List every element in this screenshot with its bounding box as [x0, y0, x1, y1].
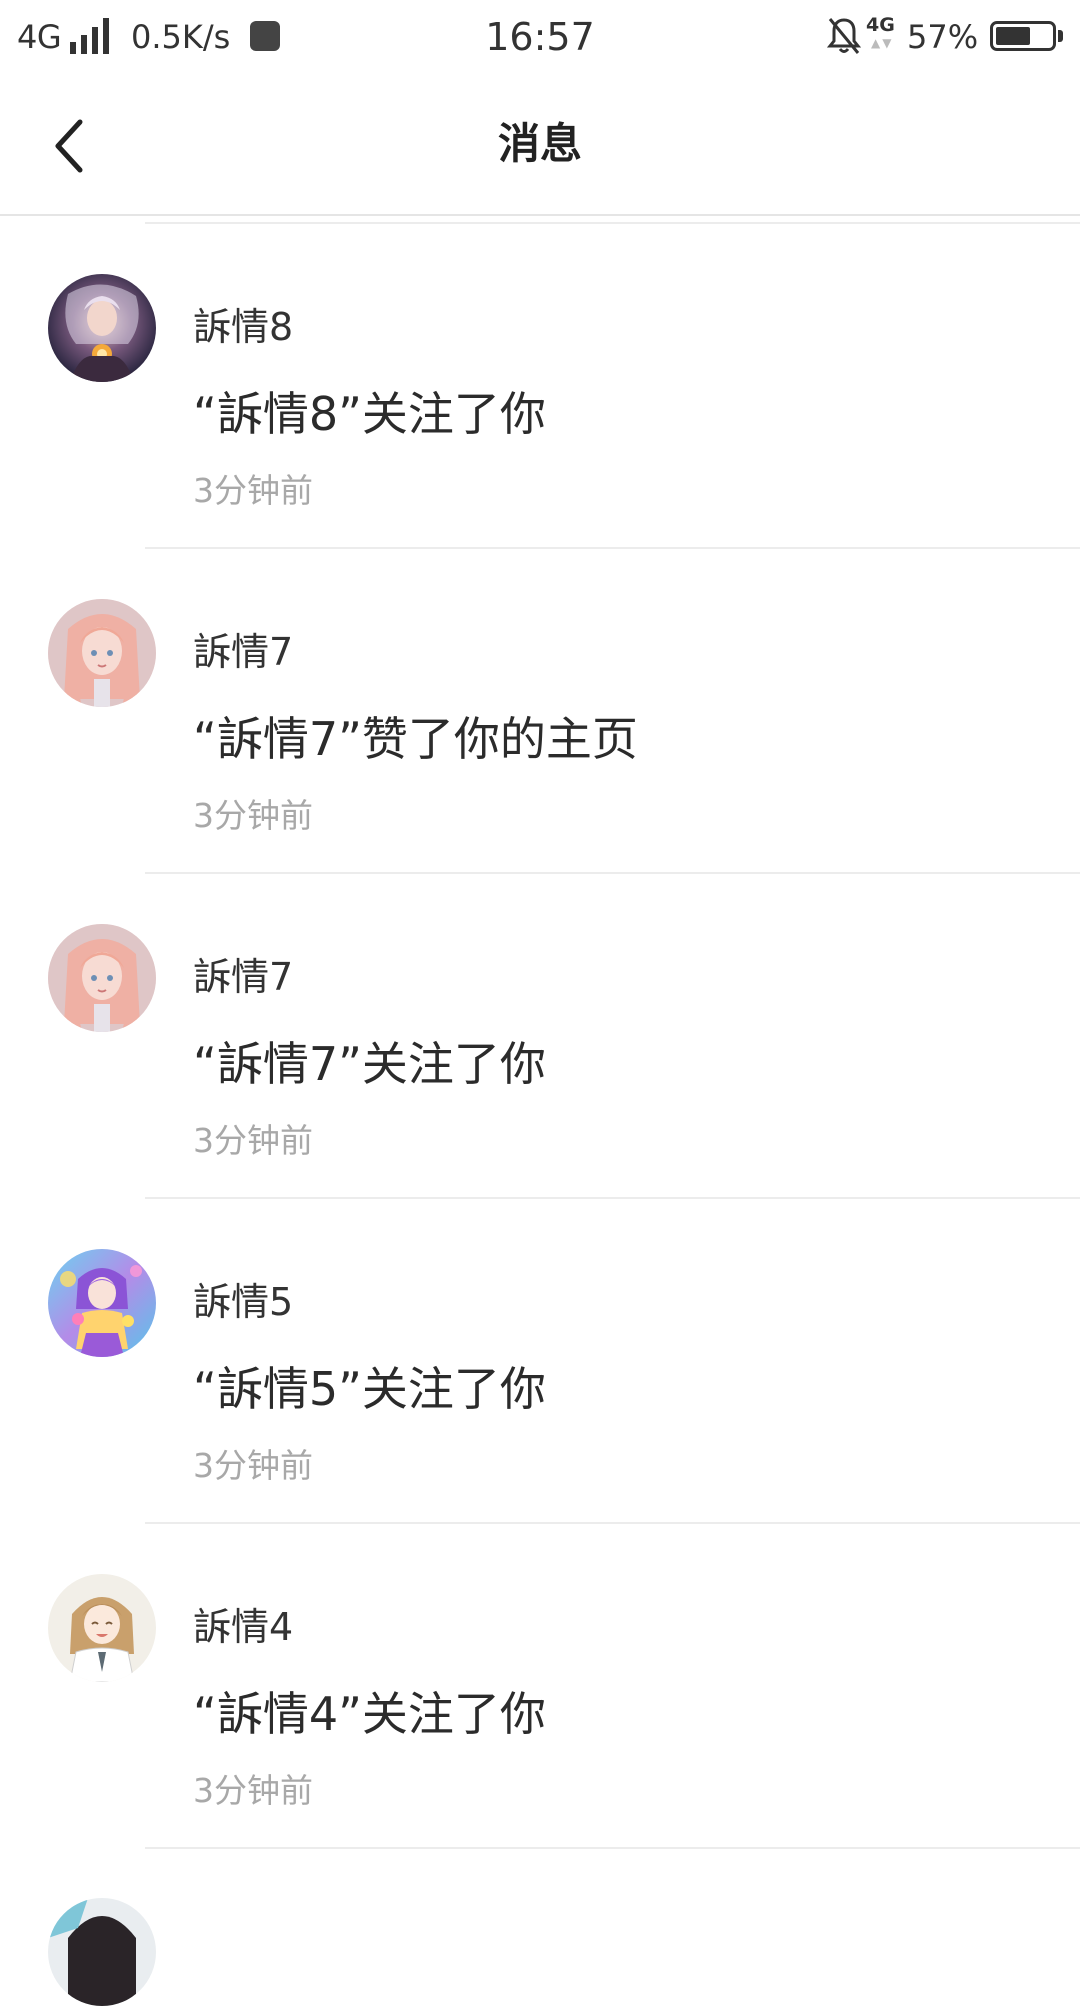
sender-name: 訴情7: [193, 630, 294, 674]
bell-off-icon: [827, 18, 861, 54]
sender-name: 訴情8: [193, 305, 294, 349]
message-text: “訴情8”关注了你: [193, 387, 546, 441]
status-bar: 4G 0.5K/s 16:57 4G ▲▼ 57%: [0, 0, 1080, 74]
page-title: 消息: [497, 119, 582, 168]
message-text: “訴情7”关注了你: [193, 1037, 546, 1091]
avatar[interactable]: [48, 1249, 156, 1357]
list-item[interactable]: 訴情8 “訴情8”关注了你 3分钟前: [0, 224, 1080, 549]
timestamp: 3分钟前: [193, 796, 313, 835]
battery-icon: [990, 21, 1056, 51]
avatar[interactable]: [48, 924, 156, 1032]
timestamp: 3分钟前: [193, 1771, 313, 1810]
data-arrows-icon: ▲▼: [871, 36, 894, 50]
avatar[interactable]: [48, 1898, 156, 2006]
battery-tip: [1058, 30, 1063, 42]
message-list: 訴情8 “訴情8”关注了你 3分钟前 訴情7 “訴情7”赞了你的主页 3分钟前: [0, 224, 1080, 1849]
list-item[interactable]: 訴情7 “訴情7”赞了你的主页 3分钟前: [0, 549, 1080, 874]
sender-name: 訴情4: [193, 1605, 294, 1649]
sender-name: 訴情5: [193, 1280, 294, 1324]
timestamp: 3分钟前: [193, 1121, 313, 1160]
list-item[interactable]: 訴情5 “訴情5”关注了你 3分钟前: [0, 1199, 1080, 1524]
avatar[interactable]: [48, 1574, 156, 1682]
sender-name: 訴情7: [193, 955, 294, 999]
timestamp: 3分钟前: [193, 1446, 313, 1485]
timestamp: 3分钟前: [193, 471, 313, 510]
list-item[interactable]: 訴情7 “訴情7”关注了你 3分钟前: [0, 874, 1080, 1199]
message-text: “訴情5”关注了你: [193, 1362, 546, 1416]
message-text: “訴情7”赞了你的主页: [193, 712, 638, 766]
message-text: “訴情4”关注了你: [193, 1687, 546, 1741]
network-type-secondary: 4G: [866, 14, 895, 36]
divider: [145, 1847, 1080, 1849]
battery-percent: 57%: [907, 18, 979, 56]
list-item[interactable]: 訴情4 “訴情4”关注了你 3分钟前: [0, 1524, 1080, 1849]
avatar[interactable]: [48, 274, 156, 382]
avatar[interactable]: [48, 599, 156, 707]
navigation-bar: 消息: [0, 74, 1080, 216]
